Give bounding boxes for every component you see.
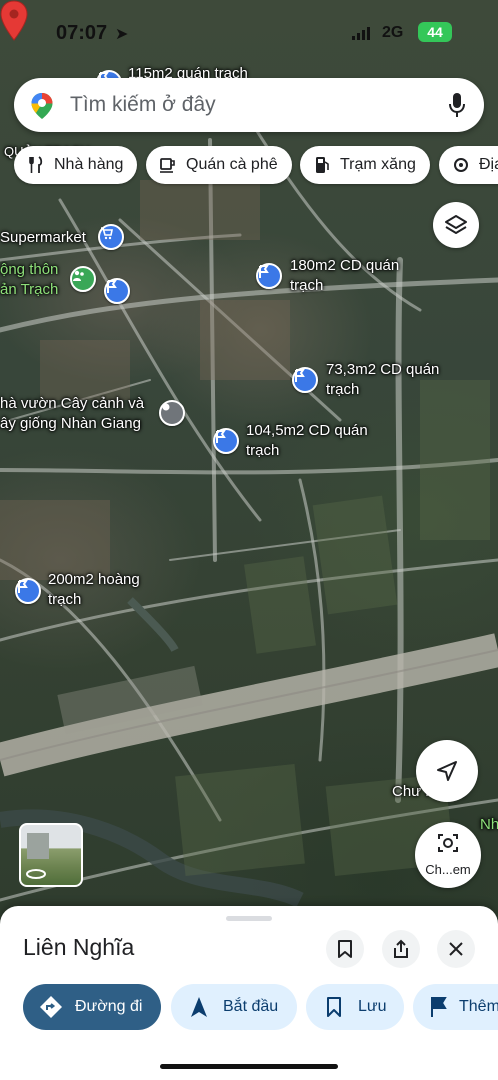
lens-button[interactable]: Ch...em [415, 822, 481, 888]
map-label-village-2: ản Trạch [0, 281, 59, 298]
layers-icon [445, 215, 467, 234]
chip-coffee[interactable]: Quán cà phê [146, 146, 292, 184]
network-type: 2G [382, 24, 404, 41]
rotate-360-icon [26, 869, 46, 879]
map-label-supermarket[interactable]: Supermarket [0, 228, 86, 248]
chip-gas[interactable]: Trạm xăng [300, 146, 430, 184]
map-label-listing-73[interactable]: 73,3m2 CD quán [326, 360, 439, 380]
bookmark-icon [322, 995, 346, 1019]
home-indicator[interactable] [160, 1064, 338, 1069]
start-button[interactable]: Bắt đầu [171, 984, 297, 1030]
chip-places[interactable]: Địa [439, 146, 498, 184]
shopping-cart-icon[interactable] [98, 224, 124, 250]
coffee-cup-icon [158, 155, 178, 175]
directions-label: Đường đi [75, 998, 143, 1015]
save-button[interactable]: Lưu [306, 984, 404, 1030]
street-view-thumbnail[interactable] [19, 823, 83, 887]
start-label: Bắt đầu [223, 998, 279, 1015]
community-icon[interactable] [70, 266, 96, 292]
map-label-garden[interactable]: hà vườn Cây cảnh và [0, 394, 144, 414]
place-dot-icon[interactable] [159, 400, 185, 426]
navigation-arrow-outline-icon [437, 761, 457, 781]
map-label-listing-104-2[interactable]: trạch [246, 441, 279, 461]
map-label-garden-2[interactable]: ây giống Nhàn Giang [0, 414, 141, 434]
bookmark-icon [338, 940, 352, 958]
directions-button[interactable]: Đường đi [23, 984, 161, 1030]
map-label-listing-180-2[interactable]: trạch [290, 276, 323, 296]
share-icon [394, 939, 408, 958]
map-label-listing-200-2[interactable]: trạch [48, 590, 81, 610]
place-bottom-sheet[interactable]: Liên Nghĩa Đường đi Bắt đầu Lưu Thêm [0, 906, 498, 1080]
navigation-arrow-icon [187, 995, 211, 1019]
search-input[interactable]: Tìm kiếm ở đây [70, 93, 216, 117]
location-arrow-icon: ➤ [115, 26, 129, 43]
listing-marker-icon[interactable] [256, 263, 282, 289]
google-maps-pin-icon [31, 93, 53, 119]
chip-label: Trạm xăng [340, 156, 416, 173]
building-image [27, 833, 49, 859]
listing-marker-icon[interactable] [15, 578, 41, 604]
action-row: Đường đi Bắt đầu Lưu Thêm [0, 984, 498, 1030]
search-bar[interactable]: Tìm kiếm ở đây [14, 78, 484, 132]
sheet-grabber[interactable] [226, 916, 272, 921]
map-label-listing-104[interactable]: 104,5m2 CD quán [246, 421, 368, 441]
listing-marker-icon[interactable] [213, 428, 239, 454]
flag-icon [429, 995, 447, 1019]
gas-pump-icon [312, 155, 332, 175]
directions-icon [39, 995, 63, 1019]
camera-lens-icon [438, 834, 458, 852]
chip-label: Địa [479, 156, 498, 173]
chip-restaurants[interactable]: Nhà hàng [14, 146, 138, 184]
map-label-listing-73-2[interactable]: trạch [326, 380, 359, 400]
place-title: Liên Nghĩa [23, 934, 135, 960]
fork-knife-icon [26, 155, 46, 175]
map-label-right-edge-green: Nh [480, 816, 498, 833]
listing-marker-icon[interactable] [292, 367, 318, 393]
chip-label: Quán cà phê [186, 156, 278, 173]
my-location-button[interactable] [416, 740, 478, 802]
close-button[interactable] [437, 930, 475, 968]
more-button[interactable]: Thêm [413, 984, 498, 1030]
map-label-listing-180[interactable]: 180m2 CD quán [290, 256, 399, 276]
microphone-icon[interactable] [448, 92, 466, 118]
status-time: 07:07 [56, 22, 108, 44]
place-icon [451, 155, 471, 175]
map-label-listing-200[interactable]: 200m2 hoàng [48, 570, 140, 590]
share-button[interactable] [382, 930, 420, 968]
listing-marker-icon[interactable] [104, 278, 130, 304]
signal-icon [352, 27, 370, 40]
status-bar: 07:07 ➤ 2G 44 [0, 20, 498, 48]
layers-button[interactable] [433, 202, 479, 248]
more-label: Thêm [459, 998, 498, 1015]
lens-label: Ch...em [425, 862, 471, 877]
map-label-village: ộng thôn [0, 261, 59, 278]
chip-label: Nhà hàng [54, 156, 124, 173]
battery-icon: 44 [418, 22, 452, 42]
save-round-button[interactable] [326, 930, 364, 968]
close-icon [449, 942, 463, 956]
save-label: Lưu [358, 998, 387, 1015]
